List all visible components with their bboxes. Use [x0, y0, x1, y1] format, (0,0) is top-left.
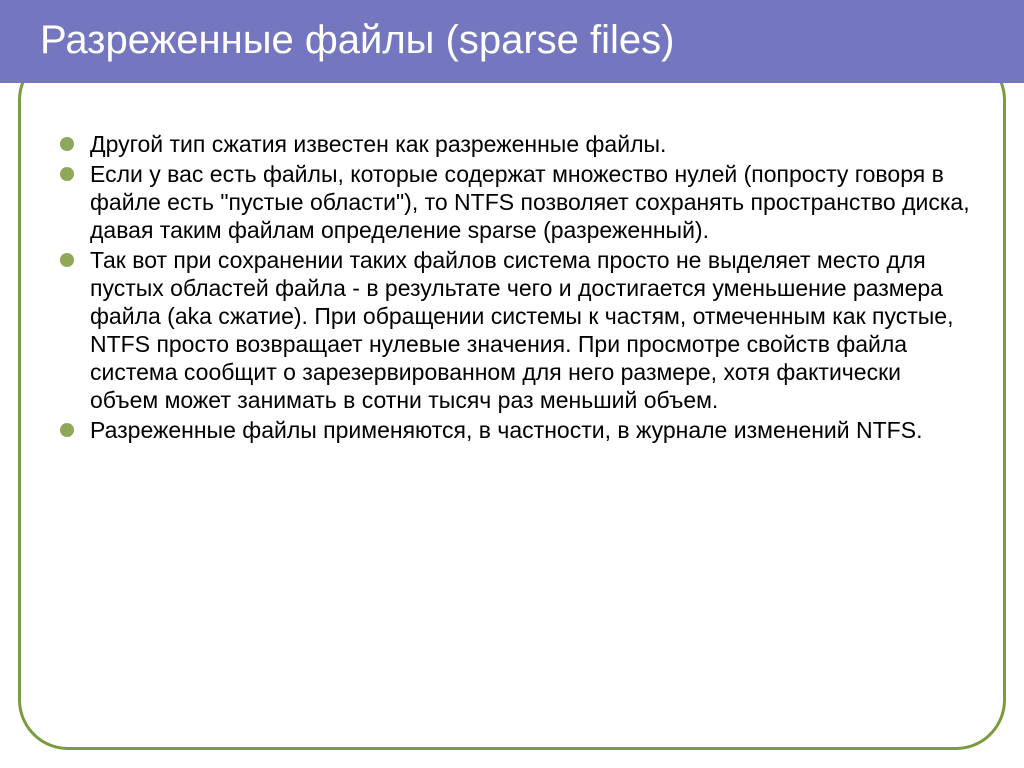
- bullet-list: Другой тип сжатия известен как разреженн…: [60, 130, 974, 445]
- list-item: Другой тип сжатия известен как разреженн…: [60, 130, 974, 158]
- content-area: Другой тип сжатия известен как разреженн…: [60, 130, 974, 447]
- list-item: Так вот при сохранении таких файлов сист…: [60, 246, 974, 414]
- slide-title-bar: Разреженные файлы (sparse files): [0, 0, 1024, 83]
- bullet-text: Разреженные файлы применяются, в частнос…: [90, 417, 922, 443]
- list-item: Если у вас есть файлы, которые содержат …: [60, 160, 974, 244]
- bullet-text: Если у вас есть файлы, которые содержат …: [90, 161, 970, 243]
- slide-title: Разреженные файлы (sparse files): [40, 18, 674, 62]
- bullet-text: Другой тип сжатия известен как разреженн…: [90, 131, 666, 157]
- list-item: Разреженные файлы применяются, в частнос…: [60, 416, 974, 444]
- bullet-text: Так вот при сохранении таких файлов сист…: [90, 247, 953, 413]
